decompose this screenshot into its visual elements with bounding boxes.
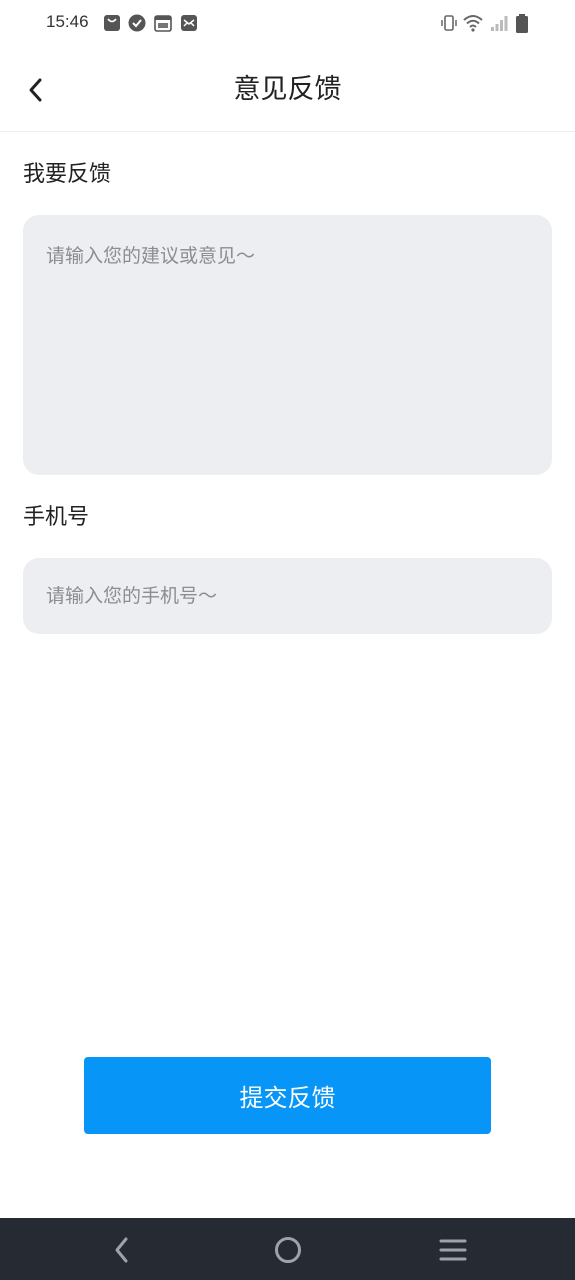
header-bar: 意见反馈 [0, 48, 575, 132]
phone-label: 手机号 [23, 505, 90, 530]
calendar-icon [154, 14, 172, 32]
navigation-bar [0, 1218, 575, 1280]
feedback-label: 我要反馈 [23, 162, 112, 187]
status-bar: 15:46 [0, 0, 575, 48]
vibrate-icon [440, 14, 458, 36]
check-circle-icon [128, 14, 146, 32]
battery-icon [515, 14, 529, 38]
nav-menu-icon [439, 1239, 467, 1261]
signal-icon [490, 14, 508, 36]
wifi-icon [463, 14, 483, 36]
feedback-textarea[interactable] [23, 215, 552, 475]
nav-menu-button[interactable] [435, 1232, 471, 1268]
status-time: 15:46 [46, 12, 89, 31]
nav-back-button[interactable] [104, 1232, 140, 1268]
nav-home-button[interactable] [270, 1232, 306, 1268]
nav-back-icon [115, 1237, 128, 1263]
nav-home-icon [275, 1237, 301, 1263]
mail-icon [180, 14, 198, 32]
phone-input[interactable] [23, 558, 552, 634]
page-title: 意见反馈 [233, 74, 342, 105]
bag-icon [103, 14, 121, 32]
submit-feedback-button[interactable]: 提交反馈 [84, 1057, 491, 1134]
